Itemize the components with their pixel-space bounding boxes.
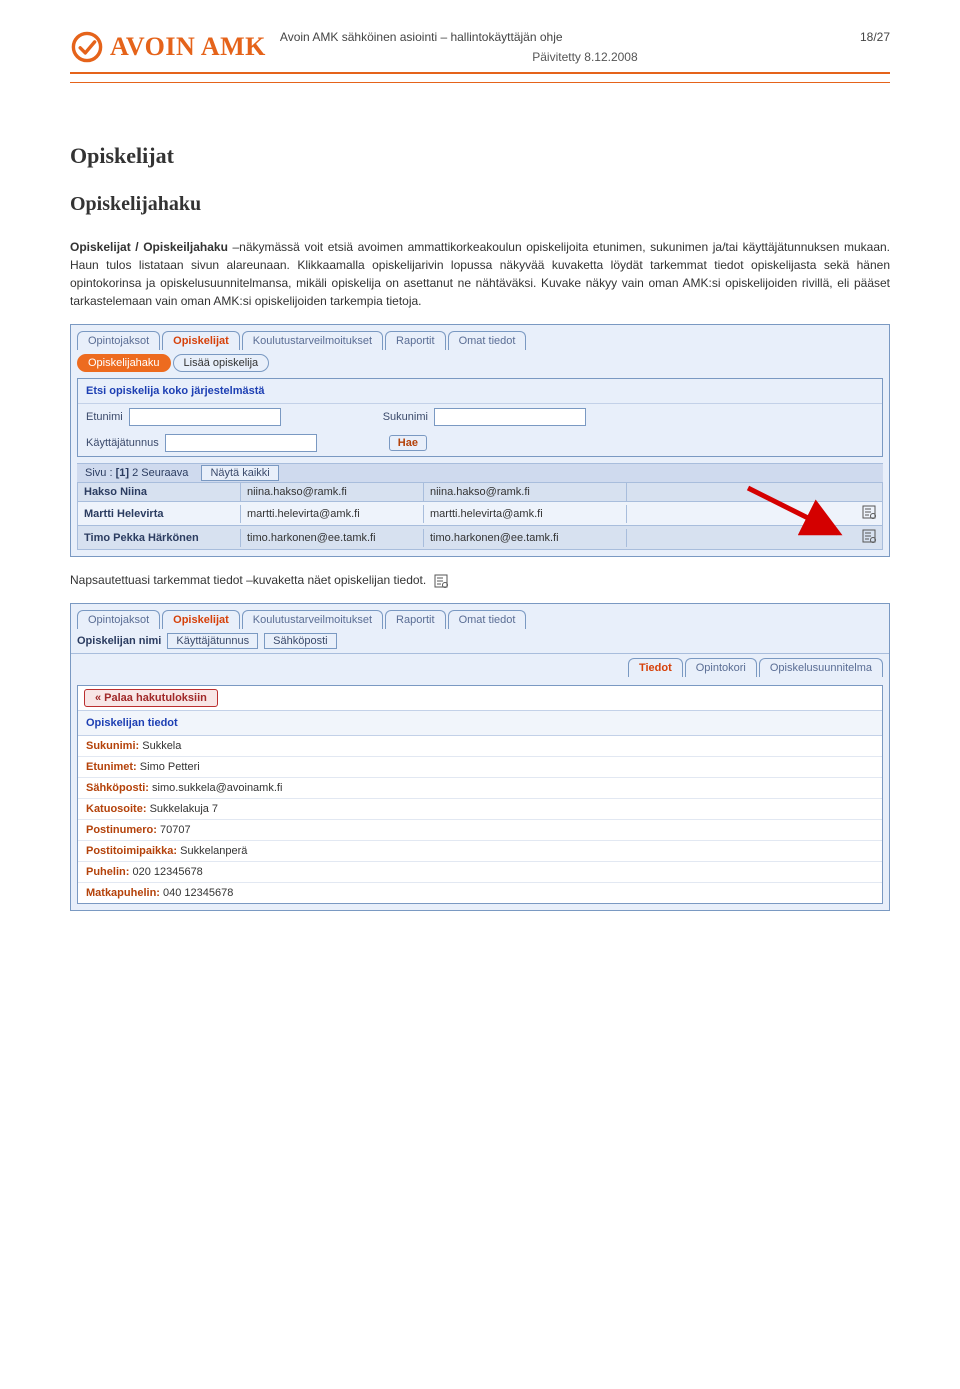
result-email-2: martti.helevirta@amk.fi	[424, 505, 627, 523]
toolbar-sahkoposti[interactable]: Sähköposti	[264, 633, 336, 649]
pager-show-all[interactable]: Näytä kaikki	[201, 465, 278, 481]
page-number: 18/27	[860, 30, 890, 44]
pager-prefix: Sivu :	[85, 467, 113, 479]
tab-raportit[interactable]: Raportit	[385, 331, 446, 350]
para-bold-lead: Opiskelijat / Opiskeiljahaku	[70, 240, 228, 254]
logo: AVOIN AMK	[70, 30, 266, 64]
sub-tabs: Opiskelijahaku Lisää opiskelija	[71, 350, 889, 378]
field-matkapuhelin: Matkapuhelin: 040 12345678	[78, 883, 882, 903]
result-email-1: martti.helevirta@amk.fi	[241, 505, 424, 523]
result-email-2: timo.harkonen@ee.tamk.fi	[424, 529, 627, 547]
label-sukunimi: Sukunimi	[383, 411, 428, 423]
screenshot-detail: Opintojaksot Opiskelijat Koulutustarveil…	[70, 603, 890, 911]
result-name: Martti Helevirta	[78, 505, 241, 523]
tab-omat-tiedot[interactable]: Omat tiedot	[448, 610, 527, 629]
doc-date: Päivitetty 8.12.2008	[280, 50, 890, 64]
tab-opintojaksot[interactable]: Opintojaksot	[77, 331, 160, 350]
result-email-1: timo.harkonen@ee.tamk.fi	[241, 529, 424, 547]
field-sahkoposti: Sähköposti: simo.sukkela@avoinamk.fi	[78, 778, 882, 798]
toolbar-label: Opiskelijan nimi	[77, 635, 161, 647]
para-2-text: Napsautettuasi tarkemmat tiedot –kuvaket…	[70, 573, 426, 587]
red-arrow-annotation	[743, 483, 863, 553]
pager-current: [1]	[116, 467, 129, 479]
label-kayttajatunnus: Käyttäjätunnus	[86, 437, 159, 449]
back-button[interactable]: « Palaa hakutuloksiin	[84, 689, 218, 707]
field-etunimet: Etunimet: Simo Petteri	[78, 757, 882, 777]
search-box: Etsi opiskelija koko järjestelmästä Etun…	[77, 378, 883, 457]
detail-panel: « Palaa hakutuloksiin Opiskelijan tiedot…	[77, 685, 883, 904]
pager: Sivu : [1] 2 Seuraava Näytä kaikki	[77, 463, 883, 483]
document-header: AVOIN AMK Avoin AMK sähköinen asiointi –…	[70, 30, 890, 74]
tab-opiskelijat[interactable]: Opiskelijat	[162, 610, 240, 629]
tab-opiskelusuunnitelma[interactable]: Opiskelusuunnitelma	[759, 658, 883, 677]
result-email-2: niina.hakso@ramk.fi	[424, 483, 627, 501]
tab-opiskelijat[interactable]: Opiskelijat	[162, 331, 240, 350]
tab-opintokori[interactable]: Opintokori	[685, 658, 757, 677]
hae-button[interactable]: Hae	[389, 435, 427, 451]
body-paragraph-1: Opiskelijat / Opiskeiljahaku –näkymässä …	[70, 238, 890, 310]
detail-toolbar: Opiskelijan nimi Käyttäjätunnus Sähköpos…	[71, 629, 889, 654]
header-divider	[70, 82, 890, 83]
subtab-lisaa-opiskelija[interactable]: Lisää opiskelija	[173, 354, 270, 372]
search-title: Etsi opiskelija koko järjestelmästä	[78, 379, 882, 404]
logo-text: AVOIN AMK	[110, 32, 266, 62]
detail-tabs: Tiedot Opintokori Opiskelusuunnitelma	[71, 654, 889, 681]
tab-opintojaksot[interactable]: Opintojaksot	[77, 610, 160, 629]
subsection-title: Opiskelijahaku	[70, 193, 890, 216]
field-puhelin: Puhelin: 020 12345678	[78, 862, 882, 882]
details-icon-inline	[434, 574, 448, 588]
pager-next[interactable]: Seuraava	[141, 467, 188, 479]
detail-title: Opiskelijan tiedot	[78, 710, 882, 736]
input-etunimi[interactable]	[129, 408, 281, 426]
toolbar-kayttajatunnus[interactable]: Käyttäjätunnus	[167, 633, 258, 649]
pager-page-2[interactable]: 2	[132, 467, 138, 479]
label-etunimi: Etunimi	[86, 411, 123, 423]
field-katuosoite: Katuosoite: Sukkelakuja 7	[78, 799, 882, 819]
section-title: Opiskelijat	[70, 143, 890, 169]
tab-tiedot[interactable]: Tiedot	[628, 658, 683, 677]
field-postitoimipaikka: Postitoimipaikka: Sukkelanperä	[78, 841, 882, 861]
tab-raportit[interactable]: Raportit	[385, 610, 446, 629]
field-postinumero: Postinumero: 70707	[78, 820, 882, 840]
tab-koulutustarve[interactable]: Koulutustarveilmoitukset	[242, 331, 383, 350]
body-paragraph-2: Napsautettuasi tarkemmat tiedot –kuvaket…	[70, 571, 890, 589]
main-tabs: Opintojaksot Opiskelijat Koulutustarveil…	[71, 325, 889, 350]
field-sukunimi: Sukunimi: Sukkela	[78, 736, 882, 756]
result-name: Hakso Niina	[78, 483, 241, 501]
subtab-opiskelijahaku[interactable]: Opiskelijahaku	[77, 354, 171, 372]
screenshot-search: Opintojaksot Opiskelijat Koulutustarveil…	[70, 324, 890, 557]
main-tabs-2: Opintojaksot Opiskelijat Koulutustarveil…	[71, 604, 889, 629]
input-kayttajatunnus[interactable]	[165, 434, 317, 452]
tab-koulutustarve[interactable]: Koulutustarveilmoitukset	[242, 610, 383, 629]
tab-omat-tiedot[interactable]: Omat tiedot	[448, 331, 527, 350]
doc-title: Avoin AMK sähköinen asiointi – hallintok…	[280, 30, 563, 44]
result-email-1: niina.hakso@ramk.fi	[241, 483, 424, 501]
results-table: Hakso Niina niina.hakso@ramk.fi niina.ha…	[77, 483, 883, 550]
result-name: Timo Pekka Härkönen	[78, 529, 241, 547]
logo-icon	[70, 30, 104, 64]
input-sukunimi[interactable]	[434, 408, 586, 426]
